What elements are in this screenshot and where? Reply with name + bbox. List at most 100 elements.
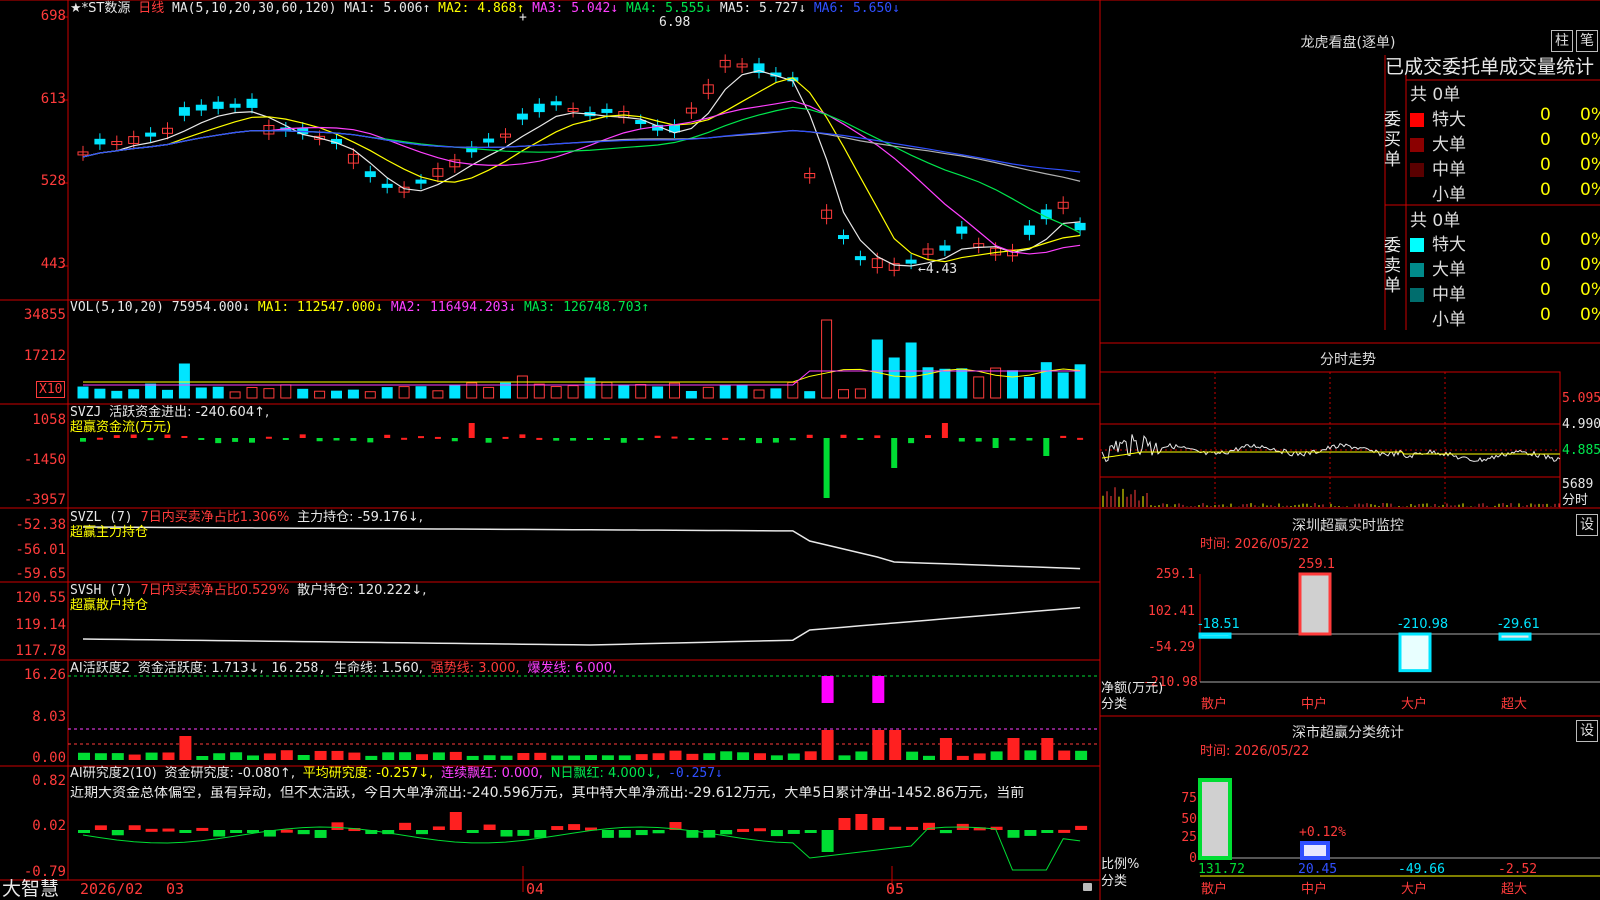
active-bar	[939, 738, 952, 760]
svzj-bar	[249, 438, 255, 443]
monitor-ytick: 102.41	[1148, 604, 1195, 619]
monitor-ylabel: 净额(万元)	[1101, 681, 1164, 696]
color-swatch-icon	[1410, 238, 1424, 252]
research-bar	[568, 824, 581, 830]
volume-bar	[314, 390, 326, 399]
active-bar	[686, 753, 699, 760]
volume-bar	[871, 339, 883, 399]
svzj-bar	[434, 436, 441, 439]
row-percent: 0%	[1580, 255, 1600, 275]
xaxis-label: 05	[886, 880, 905, 898]
active-bar	[754, 753, 766, 760]
active-bar	[770, 755, 783, 760]
active-bar	[365, 755, 378, 760]
ai-research-name: AI研究度2(10)	[70, 766, 157, 781]
vol-header: VOL(5,10,20) 75954.000↓ MA1: 112547.000↓…	[70, 300, 649, 315]
active-bar	[1007, 738, 1020, 760]
svsh-pct: 7日内买卖净占比0.529%	[140, 583, 290, 598]
svzj-bar	[384, 434, 391, 438]
row-percent: 0%	[1580, 155, 1600, 175]
research-bar	[754, 828, 766, 832]
volume-bar	[770, 388, 782, 399]
volume-bar	[973, 376, 985, 399]
ai-active-header: AI活跃度2 资金活跃度: 1.713↓, 16.258, 生命线: 1.560…	[70, 661, 616, 676]
sell-side-label: 委卖单	[1384, 236, 1401, 296]
active-bar	[94, 753, 107, 760]
active-bar	[314, 750, 327, 760]
svzj-bar	[198, 438, 205, 440]
volume-bar	[280, 384, 292, 399]
lock-icon[interactable]	[1083, 883, 1092, 891]
monitor-value-label: -18.51	[1198, 617, 1240, 632]
chart-canvas[interactable]	[0, 0, 1600, 900]
active-bar	[585, 755, 597, 760]
volume-bar	[77, 386, 89, 399]
research-bar	[230, 830, 243, 833]
intraday-vol-tick: 5689	[1562, 477, 1594, 492]
active-bar	[838, 755, 851, 760]
research-bar	[500, 830, 513, 837]
ai-research-a: 资金研究度: -0.080↑,	[164, 766, 295, 781]
svzj-bar	[637, 438, 644, 441]
research-bar	[145, 828, 158, 832]
volume-bar	[854, 388, 866, 399]
svzj-bar	[975, 438, 982, 442]
active-bar	[382, 752, 395, 760]
svzl-name: SVZL (7)	[70, 510, 133, 525]
classstat-category-label: 中户	[1301, 882, 1328, 897]
monitor-category-label: 超大	[1501, 697, 1528, 712]
volume-bar	[297, 388, 309, 399]
candle-body	[178, 107, 190, 116]
svzj-value: 活跃资金进出: -240.604↑,	[109, 405, 270, 420]
row-count: 0	[1540, 280, 1551, 300]
active-bar	[669, 750, 682, 760]
period-label[interactable]: 日线	[138, 1, 164, 16]
ma6-value: MA6: 5.650↓	[813, 1, 900, 16]
svzj-bar	[671, 436, 678, 439]
active-bar	[399, 752, 412, 760]
volume-bar	[719, 384, 731, 399]
svzj-bar	[451, 438, 458, 442]
candle-body	[516, 113, 528, 120]
volume-bar	[821, 319, 833, 399]
classstat-value-label: -2.52	[1498, 862, 1538, 877]
svzj-bar	[1009, 438, 1016, 441]
row-percent: 0%	[1580, 305, 1600, 325]
ai-research-c: 连续飘红: 0.000,	[441, 766, 543, 781]
tick-view-button[interactable]: 笔	[1576, 30, 1598, 52]
classstat-annotation: +0.12%	[1299, 825, 1346, 840]
buy-row: 特大 0 0%	[1410, 105, 1600, 130]
ma-line	[82, 106, 1081, 234]
active-bar	[483, 755, 496, 760]
active-bar	[720, 751, 733, 760]
research-bar	[855, 814, 868, 830]
svzj-bar	[316, 438, 323, 442]
volume-bar	[331, 390, 342, 399]
bar-view-button[interactable]: 柱	[1551, 30, 1573, 52]
monitor-title: 深圳超赢实时监控	[1292, 518, 1404, 534]
active-bar	[956, 755, 969, 760]
classstat-bar	[1300, 841, 1330, 860]
stock-code: ★*ST数源	[70, 1, 131, 16]
volume-bar	[1023, 376, 1035, 399]
svzj-bar	[620, 438, 627, 443]
row-percent: 0%	[1580, 130, 1600, 150]
row-count: 0	[1540, 180, 1551, 200]
svzj-bar	[367, 438, 374, 443]
svzj-bar	[587, 438, 593, 440]
active-bar	[348, 752, 361, 760]
row-label: 大单	[1432, 135, 1466, 155]
active-bar	[601, 755, 614, 760]
monitor-settings-button[interactable]: 设	[1576, 514, 1598, 536]
xaxis-label: 04	[526, 880, 545, 898]
volume-bar	[364, 391, 376, 399]
active-bar	[466, 755, 479, 760]
volume-bar	[415, 386, 427, 399]
sell-row: 小单 0 0%	[1410, 305, 1600, 330]
research-bar	[601, 830, 614, 838]
vol-ma2: MA2: 116494.203↓	[390, 300, 517, 315]
classstat-settings-button[interactable]: 设	[1576, 720, 1598, 742]
active-bar	[923, 755, 935, 760]
svsh-ytick: 117.78	[15, 643, 66, 659]
ai-active-b: 16.258,	[271, 661, 327, 676]
